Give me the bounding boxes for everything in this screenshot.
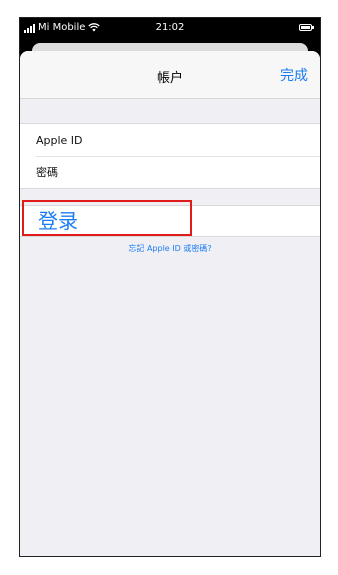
account-sheet: 帳户 完成 Apple ID 密碼 登录 忘記 Apple ID 或密碼? [20,51,320,556]
status-bar: Mi Mobile 21:02 [20,18,320,40]
forgot-apple-id-link[interactable]: 忘記 Apple ID 或密碼? [20,243,320,254]
phone-screen: Mi Mobile 21:02 帳户 完成 Apple ID 密碼 登录 忘記 … [19,17,321,557]
credentials-group: Apple ID 密碼 [20,123,320,189]
apple-id-label: Apple ID [36,133,83,147]
status-time: 21:02 [155,22,185,33]
battery-icon [299,24,314,31]
login-button[interactable]: 登录 [38,205,78,234]
page-title: 帳户 [156,71,183,86]
nav-bar: 帳户 完成 [20,51,320,99]
password-field[interactable]: 密碼 [20,156,320,188]
done-button[interactable]: 完成 [280,65,308,85]
apple-id-field[interactable]: Apple ID [20,124,320,156]
password-label: 密碼 [36,166,58,179]
login-row[interactable]: 登录 [20,200,320,237]
